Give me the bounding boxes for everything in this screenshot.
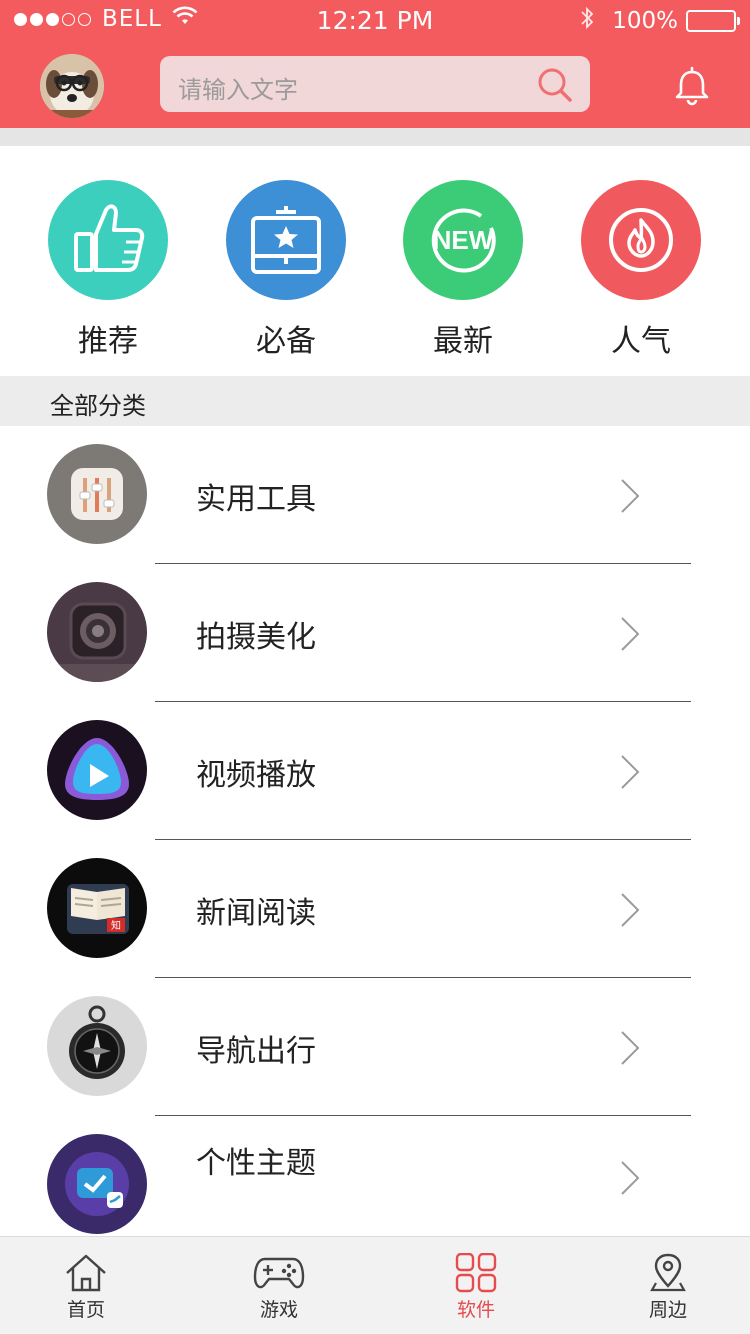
toolbox-star-icon (226, 180, 346, 300)
list-item[interactable]: 个性主题 (0, 1116, 750, 1254)
video-player-app-icon (47, 720, 147, 820)
chevron-right-icon (621, 755, 640, 789)
quick-label: 最新 (433, 324, 493, 359)
search-bar[interactable]: 请输入文字 (160, 56, 590, 112)
list-item[interactable]: 导航出行 (0, 978, 750, 1116)
bell-icon[interactable] (672, 66, 712, 106)
search-placeholder: 请输入文字 (178, 76, 298, 104)
status-bar: BELL 12:21 PM 100% (0, 0, 750, 40)
list-item[interactable]: 知 新闻阅读 (0, 840, 750, 978)
section-header: 全部分类 (0, 376, 750, 426)
news-reader-app-icon: 知 (47, 858, 147, 958)
chevron-right-icon (621, 1161, 640, 1195)
compass-app-icon (47, 996, 147, 1096)
header-divider (0, 128, 750, 146)
home-icon (66, 1254, 106, 1292)
bluetooth-icon (580, 6, 594, 36)
list-item[interactable]: 视频播放 (0, 702, 750, 840)
battery-icon (686, 10, 740, 32)
thumbs-up-icon (48, 180, 168, 300)
tab-home[interactable]: 首页 (26, 1237, 146, 1334)
grid-apps-icon (455, 1253, 497, 1293)
tab-software[interactable]: 软件 (416, 1237, 536, 1334)
tab-label: 首页 (66, 1299, 105, 1321)
tab-label: 游戏 (259, 1299, 298, 1321)
quick-item-essential[interactable]: 必备 (226, 180, 346, 360)
category-label: 导航出行 (196, 1034, 316, 1069)
camera-app-icon (47, 582, 147, 682)
quick-item-newest[interactable]: NEW 最新 (403, 180, 523, 360)
search-icon[interactable] (536, 66, 574, 104)
quick-categories: 推荐 必备 NEW 最新 人气 (0, 146, 750, 376)
new-badge-text: NEW (433, 225, 494, 255)
chevron-right-icon (621, 1031, 640, 1065)
tab-label: 软件 (456, 1299, 495, 1321)
quick-label: 推荐 (78, 324, 138, 359)
news-badge-text: 知 (111, 919, 121, 932)
quick-label: 必备 (256, 324, 316, 359)
new-badge-icon: NEW (403, 180, 523, 300)
tools-app-icon (47, 444, 147, 544)
category-label: 实用工具 (196, 482, 316, 517)
chevron-right-icon (621, 479, 640, 513)
category-label: 新闻阅读 (196, 896, 316, 931)
avatar[interactable] (40, 54, 104, 118)
category-label: 拍摄美化 (196, 620, 316, 655)
tab-nearby[interactable]: 周边 (608, 1237, 728, 1334)
category-label: 个性主题 (196, 1146, 316, 1181)
app-header: BELL 12:21 PM 100% 请输入文字 (0, 0, 750, 128)
flame-icon (581, 180, 701, 300)
section-title: 全部分类 (50, 392, 146, 420)
category-label: 视频播放 (196, 758, 316, 793)
tab-bar: 首页 游戏 软件 周边 (0, 1236, 750, 1334)
quick-item-popular[interactable]: 人气 (581, 180, 701, 360)
theme-app-icon (47, 1134, 147, 1234)
tab-label: 周边 (648, 1299, 687, 1321)
location-pin-icon (650, 1253, 686, 1292)
list-item[interactable]: 拍摄美化 (0, 564, 750, 702)
tab-games[interactable]: 游戏 (219, 1237, 339, 1334)
quick-item-recommend[interactable]: 推荐 (48, 180, 168, 360)
chevron-right-icon (621, 617, 640, 651)
quick-label: 人气 (611, 324, 671, 359)
chevron-right-icon (621, 893, 640, 927)
status-right: 100% (580, 6, 740, 36)
list-item[interactable]: 实用工具 (0, 426, 750, 564)
gamepad-icon (253, 1257, 305, 1289)
battery-percent: 100% (612, 8, 678, 34)
